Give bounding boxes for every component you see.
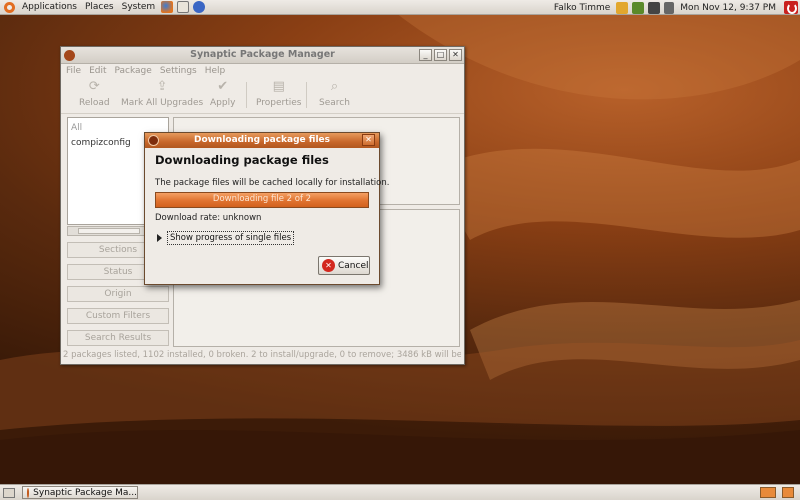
progress-text: Downloading file 2 of 2 [212,194,312,204]
expander-arrow-icon[interactable] [157,234,162,242]
cancel-label: Cancel [338,260,369,271]
origin-button[interactable]: Origin [67,286,169,302]
scrollbar-thumb[interactable] [78,228,140,234]
apply-button[interactable]: ✔ Apply [210,79,236,109]
search-label: Search [319,98,350,108]
status-bar: 2 packages listed, 1102 installed, 0 bro… [63,350,461,360]
toolbar: ⟳ Reload ⇪ Mark All Upgrades ✔ Apply ▤ P… [61,78,464,114]
cancel-icon: ✕ [322,259,335,272]
dialog-titlebar[interactable]: Downloading package files ✕ [145,133,379,148]
search-icon: ⌕ [330,79,339,94]
menu-system[interactable]: System [118,2,160,12]
network-icon[interactable] [648,1,661,14]
apply-icon: ✔ [217,79,229,94]
help-icon[interactable] [193,1,206,13]
bottom-panel: Synaptic Package Ma... [0,484,800,500]
properties-button[interactable]: ▤ Properties [256,79,302,109]
reload-button[interactable]: ⟳ Reload [79,79,110,109]
download-rate: Download rate: unknown [155,213,262,223]
volume-icon[interactable] [664,1,675,14]
dialog-heading: Downloading package files [155,153,329,167]
properties-label: Properties [256,98,302,108]
menu-package[interactable]: Package [115,66,152,76]
single-files-expander[interactable]: Show progress of single files [157,231,295,245]
firefox-icon[interactable] [161,1,174,13]
mail-icon[interactable] [177,1,190,13]
search-results-button[interactable]: Search Results [67,330,169,346]
workspace-switcher-icon[interactable] [760,487,776,498]
dialog-title: Downloading package files [193,135,331,145]
properties-icon: ▤ [272,79,285,94]
custom-filters-button[interactable]: Custom Filters [67,308,169,324]
toolbar-separator [306,82,307,108]
expander-label[interactable]: Show progress of single files [167,231,295,245]
menu-places[interactable]: Places [81,2,118,12]
search-button[interactable]: ⌕ Search [319,79,350,109]
window-titlebar[interactable]: Synaptic Package Manager _ □ ✕ [61,47,464,64]
window-title: Synaptic Package Manager [190,49,335,60]
download-progress-bar: Downloading file 2 of 2 [155,192,369,208]
update-notifier-icon[interactable] [632,1,645,14]
dialog-description: The package files will be cached locally… [155,178,390,188]
mark-all-upgrades-button[interactable]: ⇪ Mark All Upgrades [121,79,204,109]
switcher-icon[interactable] [616,1,629,14]
reload-label: Reload [79,98,110,108]
ubuntu-logo-icon[interactable] [4,1,15,13]
menu-help[interactable]: Help [205,66,226,76]
taskbar-synaptic-button[interactable]: Synaptic Package Ma... [22,486,138,499]
menu-settings[interactable]: Settings [160,66,197,76]
show-desktop-icon[interactable] [3,488,15,498]
apply-label: Apply [210,98,236,108]
cancel-button[interactable]: ✕ Cancel [318,256,370,275]
dialog-close-button[interactable]: ✕ [362,134,375,146]
toolbar-separator [246,82,247,108]
minimize-button[interactable]: _ [419,49,432,61]
taskbar-synaptic-label: Synaptic Package Ma... [33,487,137,498]
menu-bar: File Edit Package Settings Help [61,64,464,78]
user-name[interactable]: Falko Timme [550,3,614,13]
top-panel: Applications Places System Falko Timme M… [0,0,800,15]
maximize-button[interactable]: □ [434,49,447,61]
menu-file[interactable]: File [66,66,81,76]
trash-icon[interactable] [782,487,794,498]
close-button[interactable]: ✕ [449,49,462,61]
menu-edit[interactable]: Edit [89,66,106,76]
download-dialog: Downloading package files ✕ Downloading … [144,132,389,285]
menu-applications[interactable]: Applications [18,2,81,12]
mark-upgrades-icon: ⇪ [156,79,168,94]
mark-upgrades-label: Mark All Upgrades [121,98,204,108]
clock[interactable]: Mon Nov 12, 9:37 PM [676,3,780,13]
taskbar-synaptic-icon [27,487,30,498]
reload-icon: ⟳ [88,79,100,94]
power-icon[interactable] [784,1,798,14]
